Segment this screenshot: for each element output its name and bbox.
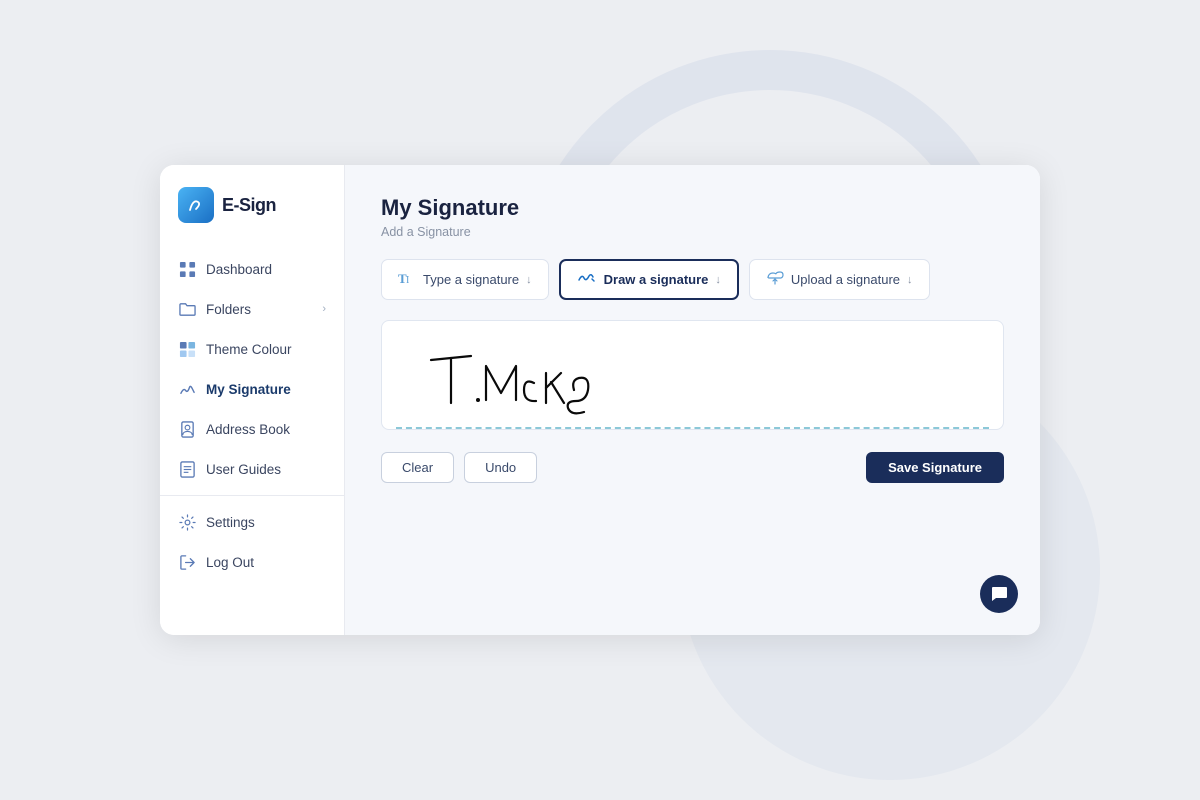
signature-canvas xyxy=(396,338,989,429)
sidebar-item-dashboard[interactable]: Dashboard xyxy=(160,249,344,289)
sidebar-item-address-book[interactable]: Address Book xyxy=(160,409,344,449)
draw-icon xyxy=(577,270,597,289)
sidebar-label-folders: Folders xyxy=(206,302,251,317)
tab-row: T I Type a signature ↓ Draw a signature … xyxy=(381,259,1004,300)
sidebar-item-logout[interactable]: Log Out xyxy=(160,542,344,582)
sidebar-divider xyxy=(160,495,344,496)
folders-chevron: › xyxy=(322,303,326,315)
tab-upload-signature[interactable]: Upload a signature ↓ xyxy=(749,259,930,300)
tab-draw-arrow: ↓ xyxy=(715,274,721,286)
logout-icon xyxy=(178,553,196,571)
action-left: Clear Undo xyxy=(381,452,537,483)
chat-icon xyxy=(990,585,1008,603)
logo-icon xyxy=(178,187,214,223)
action-row: Clear Undo Save Signature xyxy=(381,452,1004,483)
sidebar-label-dashboard: Dashboard xyxy=(206,262,272,277)
undo-button[interactable]: Undo xyxy=(464,452,537,483)
tab-draw-label: Draw a signature xyxy=(604,272,709,287)
sidebar-label-settings: Settings xyxy=(206,515,255,530)
folder-icon xyxy=(178,300,196,318)
signature-baseline xyxy=(396,427,989,429)
app-card: E-Sign Dashboard xyxy=(160,165,1040,635)
tab-draw-signature[interactable]: Draw a signature ↓ xyxy=(559,259,739,300)
book-icon xyxy=(178,460,196,478)
sidebar-item-theme-colour[interactable]: Theme Colour xyxy=(160,329,344,369)
sidebar-label-user-guides: User Guides xyxy=(206,462,281,477)
page-subtitle: Add a Signature xyxy=(381,225,1004,239)
main-content: My Signature Add a Signature T I Type a … xyxy=(345,165,1040,635)
clear-button[interactable]: Clear xyxy=(381,452,454,483)
save-signature-button[interactable]: Save Signature xyxy=(866,452,1004,483)
sidebar-item-my-signature[interactable]: My Signature xyxy=(160,369,344,409)
dashboard-icon xyxy=(178,260,196,278)
logo-area: E-Sign xyxy=(160,165,344,243)
type-icon: T I xyxy=(398,270,416,289)
sidebar-nav: Dashboard Folders › xyxy=(160,243,344,635)
signature-icon xyxy=(178,380,196,398)
upload-icon xyxy=(766,270,784,289)
theme-icon xyxy=(178,340,196,358)
gear-icon xyxy=(178,513,196,531)
tab-upload-label: Upload a signature xyxy=(791,272,900,287)
svg-text:I: I xyxy=(406,275,409,286)
signature-area[interactable] xyxy=(381,320,1004,430)
chat-button[interactable] xyxy=(980,575,1018,613)
tab-type-signature[interactable]: T I Type a signature ↓ xyxy=(381,259,549,300)
sidebar-label-my-signature: My Signature xyxy=(206,382,291,397)
sidebar: E-Sign Dashboard xyxy=(160,165,345,635)
page-title: My Signature xyxy=(381,195,1004,221)
logo-text: E-Sign xyxy=(222,195,276,216)
sidebar-label-address-book: Address Book xyxy=(206,422,290,437)
signature-svg xyxy=(396,338,776,418)
tab-upload-arrow: ↓ xyxy=(907,274,913,286)
sidebar-item-settings[interactable]: Settings xyxy=(160,502,344,542)
sidebar-label-logout: Log Out xyxy=(206,555,254,570)
sidebar-label-theme-colour: Theme Colour xyxy=(206,342,292,357)
tab-type-label: Type a signature xyxy=(423,272,519,287)
contacts-icon xyxy=(178,420,196,438)
sidebar-item-user-guides[interactable]: User Guides xyxy=(160,449,344,489)
tab-type-arrow: ↓ xyxy=(526,274,532,286)
sidebar-item-folders[interactable]: Folders › xyxy=(160,289,344,329)
